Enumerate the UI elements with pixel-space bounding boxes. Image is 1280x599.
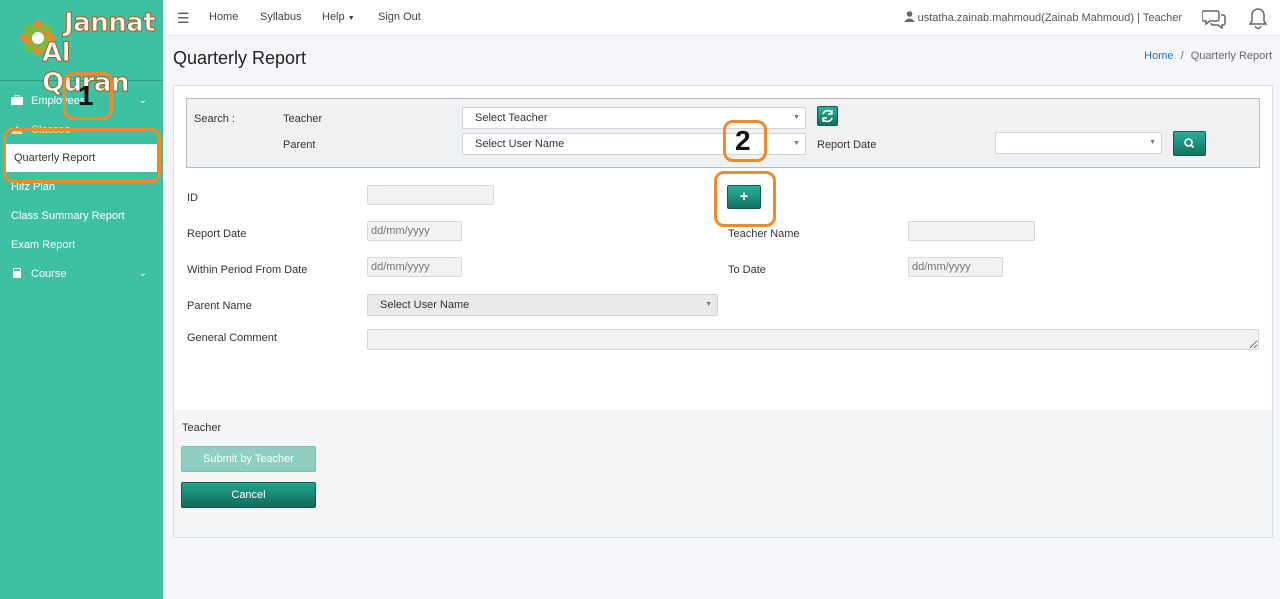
search-teacher-value: Select Teacher: [475, 112, 548, 124]
sidebar-item-label: Quarterly Report: [14, 152, 96, 164]
nav-home[interactable]: Home: [209, 11, 238, 23]
parent-name-value: Select User Name: [380, 299, 470, 311]
brand-logo[interactable]: Jannat Al Quran: [0, 0, 163, 99]
sidebar-item-label: Exam Report: [11, 239, 76, 251]
caret-down-icon: ▼: [347, 15, 355, 22]
id-label: ID: [187, 192, 198, 204]
breadcrumb-current: Quarterly Report: [1190, 50, 1272, 62]
sidebar-item-exam-report[interactable]: Exam Report: [0, 231, 163, 259]
submit-by-teacher-button[interactable]: Submit by Teacher: [181, 446, 316, 472]
add-button[interactable]: +: [727, 185, 761, 209]
from-date-input[interactable]: [367, 257, 462, 277]
book-icon: [13, 268, 21, 278]
teacher-name-input[interactable]: [908, 221, 1035, 241]
nav-help-label: Help: [322, 11, 345, 23]
classes-icon: [11, 126, 23, 134]
annotation-number-1: 1: [78, 80, 94, 111]
brand-line1: Jannat: [63, 8, 156, 39]
search-label: Search :: [194, 113, 235, 125]
search-parent-select[interactable]: Select User Name ▼: [462, 133, 806, 155]
chevron-down-icon: ⌄: [138, 95, 147, 106]
nav-sign-out[interactable]: Sign Out: [378, 11, 421, 23]
briefcase-icon: [11, 95, 23, 105]
search-parent-value: Select User Name: [475, 138, 565, 150]
cancel-button[interactable]: Cancel: [181, 482, 316, 508]
search-button[interactable]: [1173, 131, 1206, 156]
report-date-input[interactable]: [367, 221, 462, 241]
to-date-input[interactable]: [908, 257, 1003, 277]
user-icon: [903, 11, 915, 22]
report-date-label: Report Date: [187, 228, 247, 240]
sidebar-item-label: Classes: [31, 124, 71, 136]
sidebar-item-label: Course: [31, 268, 67, 280]
sidebar-item-class-summary-report[interactable]: Class Summary Report: [0, 202, 163, 230]
from-date-label: Within Period From Date: [187, 264, 308, 276]
annotation-number-2: 2: [735, 125, 751, 156]
search-icon: [1184, 138, 1195, 149]
plus-icon: +: [739, 188, 749, 205]
bell-icon[interactable]: [1246, 7, 1270, 29]
sidebar-item-label: Hifz Plan: [11, 181, 56, 193]
sidebar-item-classes[interactable]: Classes: [0, 116, 163, 144]
hamburger-menu-icon[interactable]: ☰: [177, 10, 190, 27]
to-date-label: To Date: [728, 264, 766, 276]
breadcrumb-home[interactable]: Home: [1144, 50, 1173, 62]
sidebar-item-course[interactable]: Course ⌄: [0, 260, 163, 288]
sidebar-item-quarterly-report[interactable]: Quarterly Report: [4, 144, 157, 172]
search-teacher-label: Teacher: [283, 113, 323, 125]
nav-syllabus[interactable]: Syllabus: [260, 11, 302, 23]
breadcrumb-separator: /: [1180, 50, 1184, 62]
refresh-button[interactable]: [817, 106, 838, 126]
general-comment-label: General Comment: [187, 332, 277, 344]
id-input[interactable]: [367, 185, 494, 205]
search-report-date-label: Report Date: [817, 139, 877, 151]
general-comment-textarea[interactable]: [367, 329, 1259, 350]
action-panel: [174, 410, 1272, 537]
search-parent-label: Parent: [283, 139, 316, 151]
caret-down-icon: ▼: [793, 114, 800, 121]
search-teacher-select[interactable]: Select Teacher ▼: [462, 107, 806, 129]
caret-down-icon: ▼: [793, 140, 800, 147]
refresh-icon: [822, 109, 833, 123]
teacher-section-label: Teacher: [182, 422, 222, 434]
search-report-date-select[interactable]: ▼: [995, 132, 1162, 154]
user-name: ustatha.zainab.mahmoud(Zainab Mahmoud) |…: [917, 12, 1182, 24]
caret-down-icon: ▼: [705, 301, 712, 308]
chat-icon[interactable]: [1202, 7, 1226, 29]
chevron-down-icon: ⌄: [138, 268, 147, 279]
top-navbar: ☰ Home Syllabus Help ▼ Sign Out ustatha.…: [163, 0, 1280, 36]
caret-down-icon: ▼: [1149, 139, 1156, 146]
sidebar-item-label: Class Summary Report: [11, 210, 125, 222]
parent-name-label: Parent Name: [187, 300, 252, 312]
sidebar-item-hifz-plan[interactable]: Hifz Plan: [0, 173, 163, 201]
page-title: Quarterly Report: [173, 48, 307, 68]
nav-help[interactable]: Help ▼: [322, 11, 355, 23]
user-info[interactable]: ustatha.zainab.mahmoud(Zainab Mahmoud) |…: [903, 11, 1182, 24]
parent-name-select[interactable]: Select User Name ▼: [367, 294, 718, 316]
teacher-name-label: Teacher Name: [728, 228, 800, 240]
breadcrumb: Home / Quarterly Report: [1144, 50, 1272, 62]
